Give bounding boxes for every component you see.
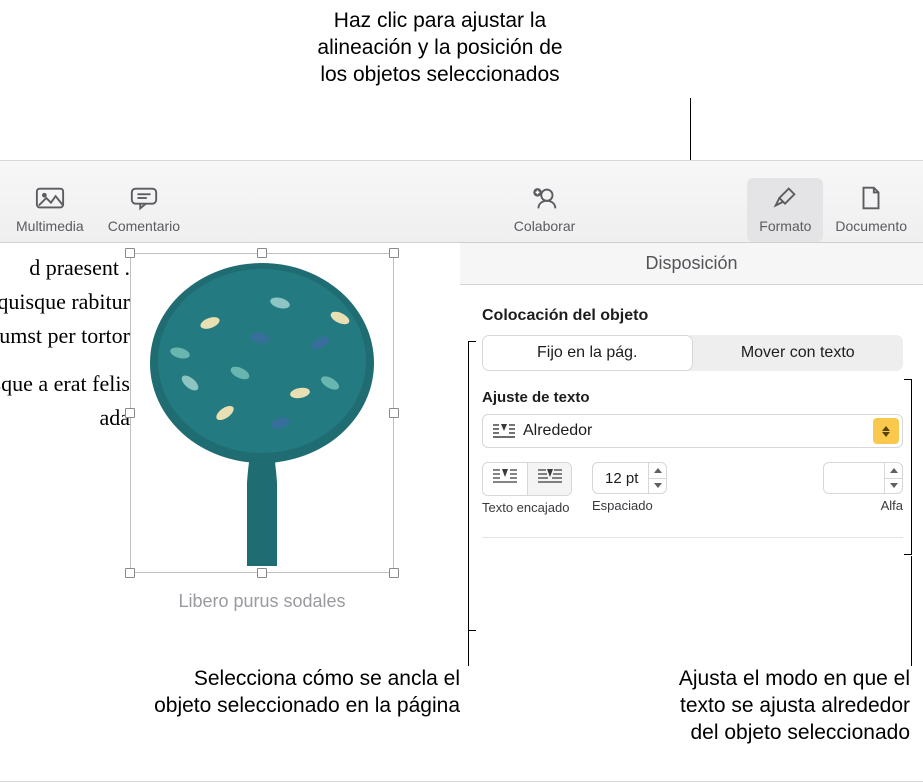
fit-contour-icon (538, 468, 562, 491)
placement-move-with-text-button[interactable]: Mover con texto (693, 335, 904, 371)
divider (482, 537, 903, 538)
toolbar: Multimedia Comentario Colaborar Formato (0, 161, 923, 243)
callout-top-text: Haz clic para ajustar laalineación y la … (317, 9, 562, 86)
caption-text: Libero purus sodales (178, 591, 345, 611)
wrap-around-icon (493, 423, 515, 439)
callout-right-line (911, 556, 912, 666)
inspector-tab-label: Disposición (645, 253, 737, 274)
text-wrap-value: Alrededor (523, 422, 592, 440)
toolbar-label: Comentario (108, 218, 180, 234)
text-fit-segment (482, 462, 572, 496)
toolbar-comment-button[interactable]: Comentario (96, 178, 192, 242)
toolbar-document-button[interactable]: Documento (823, 178, 919, 242)
fit-rect-icon (493, 468, 517, 491)
toolbar-multimedia-button[interactable]: Multimedia (4, 178, 96, 242)
image-caption[interactable]: Libero purus sodales (130, 591, 394, 612)
resize-handle[interactable] (125, 568, 135, 578)
callout-left-text: Selecciona cómo se ancla elobjeto selecc… (154, 667, 460, 717)
resize-handle[interactable] (257, 248, 267, 258)
callout-top-line (690, 98, 691, 161)
selected-object[interactable] (130, 253, 394, 573)
toolbar-label: Colaborar (514, 218, 575, 234)
callout-left-line (468, 630, 469, 666)
alpha-stepper[interactable] (823, 462, 903, 494)
segment-label: Mover con texto (741, 344, 855, 361)
resize-handle[interactable] (389, 408, 399, 418)
stepper-up-button[interactable] (649, 463, 666, 478)
toolbar-label: Documento (835, 218, 907, 234)
body-text: d praesent . quisque rabitur dictumst pe… (0, 251, 130, 449)
fit-contour-button[interactable] (527, 463, 571, 495)
text-wrap-title: Ajuste de texto (482, 389, 903, 406)
paragraph: d praesent . quisque rabitur dictumst pe… (0, 251, 130, 353)
stepper-up-button[interactable] (885, 463, 902, 478)
image-icon (35, 184, 65, 215)
callout-left-bracket (468, 341, 476, 631)
resize-handle[interactable] (257, 568, 267, 578)
text-wrap-popup[interactable]: Alrededor (482, 414, 903, 448)
tree-image (130, 253, 394, 573)
format-brush-icon (770, 184, 800, 215)
collaborate-icon (530, 184, 560, 215)
object-placement-segment: Fijo en la pág. Mover con texto (482, 335, 903, 371)
segment-label: Fijo en la pág. (537, 344, 638, 361)
inspector-tab-arrange[interactable]: Disposición (460, 243, 923, 285)
callout-right: Ajusta el modo en que eltexto se ajusta … (530, 666, 910, 747)
stepper-down-button[interactable] (649, 478, 666, 494)
stepper-down-button[interactable] (885, 478, 902, 494)
callout-top: Haz clic para ajustar laalineación y la … (250, 8, 630, 89)
resize-handle[interactable] (125, 408, 135, 418)
spacing-value: 12 pt (593, 470, 648, 487)
toolbar-collaborate-button[interactable]: Colaborar (502, 178, 587, 242)
spacing-label: Espaciado (592, 498, 653, 513)
spacing-stepper[interactable]: 12 pt (592, 462, 667, 494)
resize-handle[interactable] (389, 248, 399, 258)
resize-handle[interactable] (389, 568, 399, 578)
popup-chevron-icon (873, 418, 899, 444)
document-icon (856, 184, 886, 215)
callout-right-bracket (904, 379, 912, 555)
alpha-label: Alfa (881, 498, 903, 513)
paragraph: esque a erat felis ada (0, 367, 130, 435)
fit-rect-button[interactable] (483, 463, 527, 495)
toolbar-label: Multimedia (16, 218, 84, 234)
text-fit-label: Texto encajado (482, 500, 569, 515)
object-placement-title: Colocación del objeto (482, 307, 903, 325)
toolbar-format-button[interactable]: Formato (747, 178, 823, 242)
toolbar-label: Formato (759, 218, 811, 234)
resize-handle[interactable] (125, 248, 135, 258)
callout-left: Selecciona cómo se ancla elobjeto selecc… (20, 666, 460, 720)
comment-icon (129, 184, 159, 215)
placement-fixed-button[interactable]: Fijo en la pág. (482, 335, 693, 371)
callout-right-text: Ajusta el modo en que eltexto se ajusta … (679, 667, 910, 744)
